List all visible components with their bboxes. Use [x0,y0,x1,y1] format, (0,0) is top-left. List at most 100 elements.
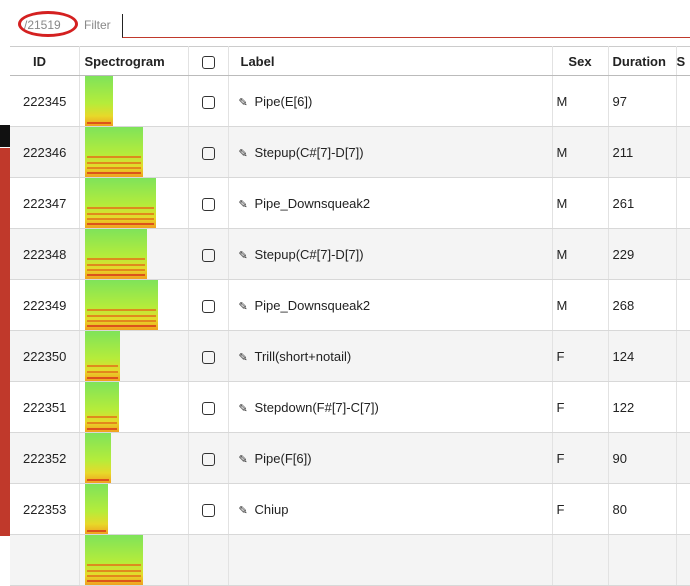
row-checkbox-cell [188,483,229,535]
spectrogram-cell [79,381,189,433]
label-cell: ✎ Stepdown(F#[7]-C[7]) [228,381,553,433]
row-duration: 229 [608,228,677,280]
row-sex: M [552,75,609,127]
row-checkbox[interactable] [201,452,215,466]
row-checkbox[interactable] [201,299,215,313]
row-label: Pipe(F[6]) [254,450,312,466]
pencil-icon[interactable]: ✎ [239,147,251,160]
spectrogram-cell [79,534,189,586]
row-checkbox[interactable] [201,95,215,109]
row-extra [676,330,690,382]
row-checkbox-cell [188,279,229,331]
row-sex: F [552,330,609,382]
pencil-icon[interactable]: ✎ [239,504,251,517]
row-id [10,534,80,586]
label-cell [228,534,553,586]
row-extra [676,228,690,280]
select-all-checkbox-cell [188,46,229,76]
row-checkbox[interactable] [201,401,215,415]
table-row[interactable]: 222348 ✎ Stepup(C#[7]-D[7]) M 229 [10,228,690,280]
row-checkbox[interactable] [201,503,215,517]
spectrogram-thumbnail[interactable] [84,433,111,483]
table-row[interactable]: 222349 ✎ Pipe_Downsqueak2 M 268 [10,279,690,331]
row-sex: M [552,228,609,280]
row-duration: 261 [608,177,677,229]
row-checkbox-cell [188,228,229,280]
table-row[interactable]: 222346 ✎ Stepup(C#[7]-D[7]) M 211 [10,126,690,178]
spectrogram-thumbnail[interactable] [84,535,143,585]
table-row[interactable] [10,534,690,586]
spectrogram-thumbnail[interactable] [84,76,113,126]
label-cell: ✎ Chiup [228,483,553,535]
spectrogram-thumbnail[interactable] [84,382,119,432]
column-header-sex[interactable]: Sex [552,46,609,76]
row-checkbox-cell [188,330,229,382]
row-label: Pipe_Downsqueak2 [254,195,371,211]
spectrogram-thumbnail[interactable] [84,280,158,330]
row-label: Stepup(C#[7]-D[7]) [254,246,364,262]
spectrogram-thumbnail[interactable] [84,484,108,534]
pencil-icon[interactable]: ✎ [239,249,251,262]
pencil-icon[interactable]: ✎ [239,351,251,364]
row-checkbox[interactable] [201,197,215,211]
table-row[interactable]: 222353 ✎ Chiup F 80 [10,483,690,535]
row-label: Pipe(E[6]) [254,93,313,109]
row-duration: 211 [608,126,677,178]
data-table: ID Spectrogram Label Sex Duration S 2223… [10,46,690,586]
annotation-circle [18,11,78,37]
pencil-icon[interactable]: ✎ [239,198,251,211]
label-cell: ✎ Trill(short+notail) [228,330,553,382]
spectrogram-thumbnail[interactable] [84,178,156,228]
row-extra [676,126,690,178]
table-row[interactable]: 222351 ✎ Stepdown(F#[7]-C[7]) F 122 [10,381,690,433]
row-label: Stepdown(F#[7]-C[7]) [254,399,379,415]
row-checkbox-cell [188,534,229,586]
row-duration: 97 [608,75,677,127]
row-label: Pipe_Downsqueak2 [254,297,371,313]
filter-input[interactable] [122,14,690,38]
spectrogram-cell [79,432,189,484]
spectrogram-cell [79,75,189,127]
row-sex: F [552,432,609,484]
row-sex [552,534,609,586]
row-id: 222346 [10,126,80,178]
row-checkbox[interactable] [201,350,215,364]
pencil-icon[interactable]: ✎ [239,402,251,415]
spectrogram-thumbnail[interactable] [84,229,147,279]
label-cell: ✎ Stepup(C#[7]-D[7]) [228,126,553,178]
column-header-duration[interactable]: Duration [608,46,677,76]
row-checkbox-cell [188,432,229,484]
spectrogram-thumbnail[interactable] [84,127,143,177]
toolbar: /21519 Filter [10,0,690,46]
column-header-id[interactable]: ID [10,46,80,76]
row-duration: 124 [608,330,677,382]
column-header-extra[interactable]: S [676,46,690,76]
row-sex: F [552,381,609,433]
spectrogram-thumbnail[interactable] [84,331,120,381]
row-id: 222350 [10,330,80,382]
column-header-spectrogram[interactable]: Spectrogram [79,46,189,76]
table-row[interactable]: 222350 ✎ Trill(short+notail) F 124 [10,330,690,382]
row-duration: 80 [608,483,677,535]
row-checkbox[interactable] [201,248,215,262]
row-extra [676,432,690,484]
row-label: Chiup [254,501,289,517]
row-checkbox-cell [188,75,229,127]
row-sex: M [552,126,609,178]
row-duration: 268 [608,279,677,331]
row-checkbox[interactable] [201,146,215,160]
table-row[interactable]: 222352 ✎ Pipe(F[6]) F 90 [10,432,690,484]
spectrogram-cell [79,126,189,178]
row-checkbox-cell [188,177,229,229]
table-row[interactable]: 222345 ✎ Pipe(E[6]) M 97 [10,75,690,127]
column-header-label[interactable]: Label [228,46,553,76]
row-checkbox-cell [188,381,229,433]
pencil-icon[interactable]: ✎ [239,453,251,466]
row-duration: 90 [608,432,677,484]
pencil-icon[interactable]: ✎ [239,300,251,313]
row-id: 222352 [10,432,80,484]
pencil-icon[interactable]: ✎ [239,96,251,109]
table-row[interactable]: 222347 ✎ Pipe_Downsqueak2 M 261 [10,177,690,229]
spectrogram-cell [79,228,189,280]
select-all-checkbox[interactable] [201,55,215,69]
